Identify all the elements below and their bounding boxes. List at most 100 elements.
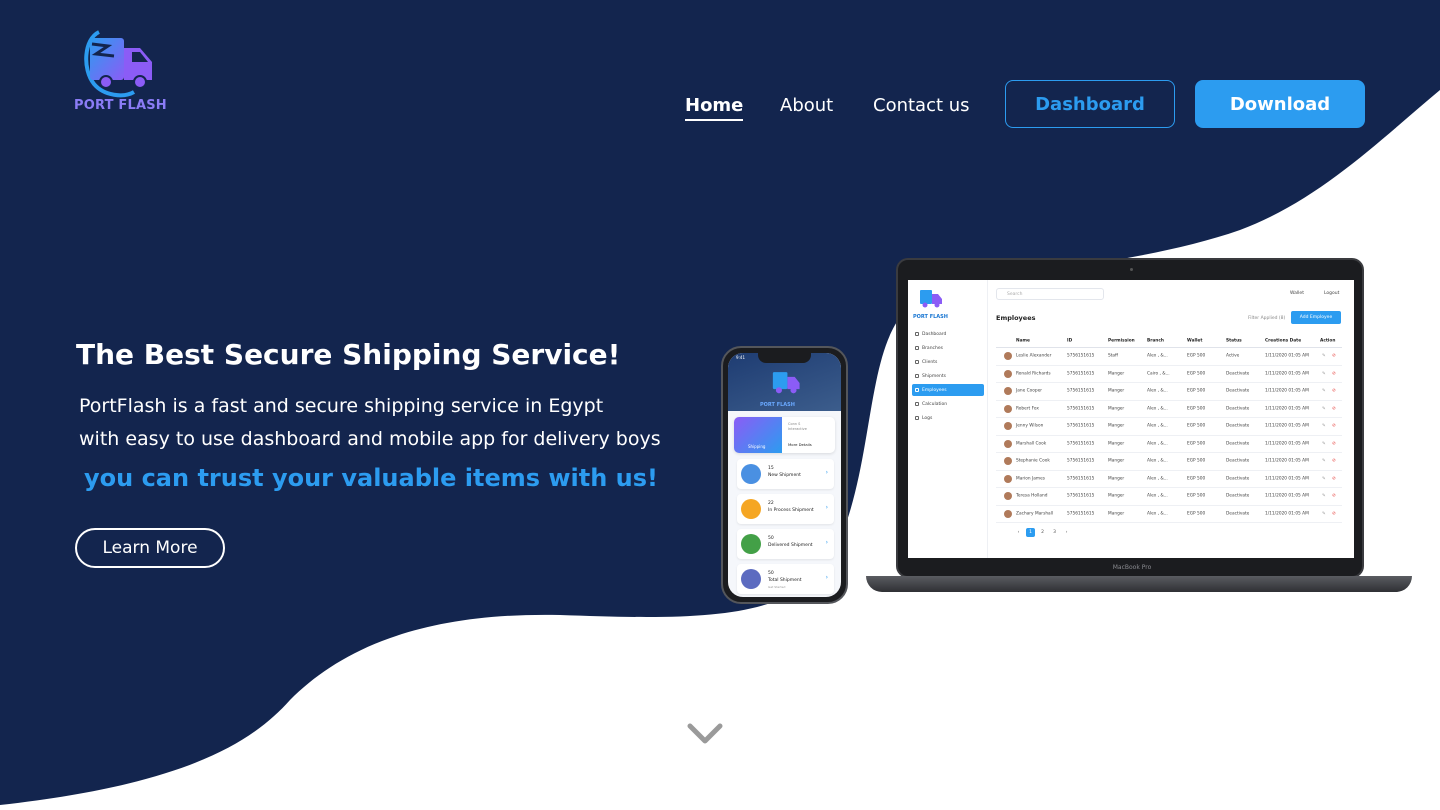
table-row[interactable]: Jane Cooper 5756151615 Manger Alex , &... EG… [996, 383, 1342, 401]
package-icon [741, 499, 761, 519]
pagination-item[interactable]: ‹ [1014, 528, 1023, 537]
nav-about-link[interactable]: About [780, 95, 833, 116]
table-cell: Alex , &... [1147, 388, 1168, 394]
sidebar-item-label: Dashboard [922, 331, 947, 337]
table-cell: Manger [1108, 423, 1125, 429]
table-cell: 1/11/2020 01:05 AM [1265, 476, 1309, 482]
sidebar-item-employees[interactable]: Employees [912, 384, 984, 396]
table-cell: EGP 500 [1187, 441, 1206, 447]
shipping-card[interactable]: Shipping Conn S Interactive More Details [734, 417, 835, 453]
hero-description-line-1: PortFlash is a fast and secure shipping … [79, 395, 604, 417]
edit-icon[interactable]: ✎ [1322, 476, 1326, 481]
pagination-item[interactable]: 1 [1026, 528, 1035, 537]
dashboard-search-input[interactable]: Search [996, 288, 1104, 300]
edit-icon[interactable]: ✎ [1322, 511, 1326, 516]
table-cell: Deactivate [1226, 476, 1250, 482]
edit-icon[interactable]: ✎ [1322, 354, 1326, 359]
sidebar-item-icon [915, 360, 919, 364]
logout-link[interactable]: Logout [1324, 291, 1339, 296]
pagination-item[interactable]: 2 [1038, 528, 1047, 537]
block-icon[interactable]: ⊘ [1332, 389, 1336, 394]
table-cell: Zachary Marshall [1016, 511, 1054, 517]
block-icon[interactable]: ⊘ [1332, 371, 1336, 376]
sidebar-item-dashboard[interactable]: Dashboard [912, 328, 984, 340]
chevron-down-icon[interactable] [687, 722, 723, 746]
edit-icon[interactable]: ✎ [1322, 389, 1326, 394]
logo-text[interactable]: PORT FLASH [74, 98, 167, 113]
table-row[interactable]: Robert Fox 5756151615 Manger Alex , &... EGP… [996, 401, 1342, 418]
block-icon[interactable]: ⊘ [1332, 459, 1336, 464]
table-cell: 1/11/2020 01:05 AM [1265, 511, 1309, 517]
shipment-stat-item[interactable]: 22 In Process Shipment › [737, 494, 834, 524]
table-row[interactable]: Marshall Cook 5756151615 Manger Alex , &...… [996, 436, 1342, 453]
edit-icon[interactable]: ✎ [1322, 459, 1326, 464]
table-cell: 1/11/2020 01:05 AM [1265, 388, 1309, 394]
table-cell: Manger [1108, 406, 1125, 412]
sidebar-item-shipments[interactable]: Shipments [912, 370, 984, 382]
table-cell: Alex , &... [1147, 441, 1168, 447]
table-row[interactable]: Teresa Holland 5756151615 Manger Alex , &..… [996, 488, 1342, 506]
package-icon [741, 534, 761, 554]
download-button[interactable]: Download [1195, 80, 1365, 128]
table-cell: 1/11/2020 01:05 AM [1265, 458, 1309, 464]
table-row[interactable]: Marion James 5756151615 Manger Alex , &... E… [996, 471, 1342, 488]
table-cell: Deactivate [1226, 371, 1250, 377]
edit-icon[interactable]: ✎ [1322, 406, 1326, 411]
edit-icon[interactable]: ✎ [1322, 371, 1326, 376]
pagination-item[interactable]: › [1062, 528, 1071, 537]
nav-home-link[interactable]: Home [685, 95, 744, 121]
table-row[interactable]: Stephanie Cook 5756151615 Manger Alex , &..… [996, 453, 1342, 471]
pagination-item[interactable]: 3 [1050, 528, 1059, 537]
learn-more-button[interactable]: Learn More [75, 528, 225, 568]
add-employee-button[interactable]: Add Employee [1291, 311, 1341, 324]
wallet-link[interactable]: Wallet [1290, 291, 1304, 296]
filter-indicator[interactable]: Filter Applied (8) [1248, 316, 1285, 321]
shipment-label: In Process Shipment [768, 508, 814, 513]
column-header[interactable]: Wallet [1187, 338, 1202, 343]
table-cell: EGP 500 [1187, 423, 1206, 429]
shipment-stat-item[interactable]: 50 Delivered Shipment › [737, 529, 834, 559]
sidebar-item-logs[interactable]: Logs [912, 412, 984, 424]
sidebar-item-calculation[interactable]: Calculation [912, 398, 984, 410]
column-header[interactable]: ID [1067, 338, 1072, 343]
block-icon[interactable]: ⊘ [1332, 354, 1336, 359]
table-row[interactable]: Leslie Alexander 5756151615 Staff Alex , &.… [996, 348, 1342, 366]
column-header[interactable]: Creations Date [1265, 338, 1301, 343]
dashboard-logo-text: PORT FLASH [913, 314, 948, 320]
edit-icon[interactable]: ✎ [1322, 494, 1326, 499]
dashboard-button[interactable]: Dashboard [1005, 80, 1175, 128]
edit-icon[interactable]: ✎ [1322, 441, 1326, 446]
table-cell: Deactivate [1226, 388, 1250, 394]
table-cell: EGP 500 [1187, 353, 1206, 359]
column-header[interactable]: Name [1016, 338, 1030, 343]
table-cell: 1/11/2020 01:05 AM [1265, 371, 1309, 377]
block-icon[interactable]: ⊘ [1332, 406, 1336, 411]
column-header[interactable]: Status [1226, 338, 1242, 343]
table-row[interactable]: Ronald Richards 5756151615 Manger Cairo , &… [996, 366, 1342, 383]
table-cell: Deactivate [1226, 406, 1250, 412]
table-row[interactable]: Zachary Marshall 5756151615 Manger Alex , &… [996, 506, 1342, 523]
block-icon[interactable]: ⊘ [1332, 476, 1336, 481]
hero-tagline: you can trust your valuable items with u… [84, 464, 658, 492]
table-cell: EGP 500 [1187, 511, 1206, 517]
avatar [1004, 352, 1012, 361]
block-icon[interactable]: ⊘ [1332, 424, 1336, 429]
column-header[interactable]: Permission [1108, 338, 1135, 343]
sidebar-item-branches[interactable]: Branches [912, 342, 984, 354]
shipment-stat-item[interactable]: 15 New Shipment › [737, 459, 834, 489]
avatar [1004, 404, 1012, 413]
block-icon[interactable]: ⊘ [1332, 494, 1336, 499]
table-cell: 5756151615 [1067, 353, 1095, 359]
laptop-camera [1130, 268, 1133, 271]
block-icon[interactable]: ⊘ [1332, 511, 1336, 516]
column-header[interactable]: Action [1320, 338, 1335, 343]
dashboard-screenshot: PORT FLASH Dashboard Branches Clients Shipm… [908, 280, 1354, 558]
nav-contact-link[interactable]: Contact us [873, 95, 970, 116]
shipment-stat-item[interactable]: 50 Total Shipment Get Started › [737, 564, 834, 594]
block-icon[interactable]: ⊘ [1332, 441, 1336, 446]
edit-icon[interactable]: ✎ [1322, 424, 1326, 429]
sidebar-item-clients[interactable]: Clients [912, 356, 984, 368]
more-details-link[interactable]: More Details [788, 442, 812, 447]
column-header[interactable]: Branch [1147, 338, 1164, 343]
table-row[interactable]: Jenny Wilson 5756151615 Manger Alex , &... E… [996, 418, 1342, 436]
